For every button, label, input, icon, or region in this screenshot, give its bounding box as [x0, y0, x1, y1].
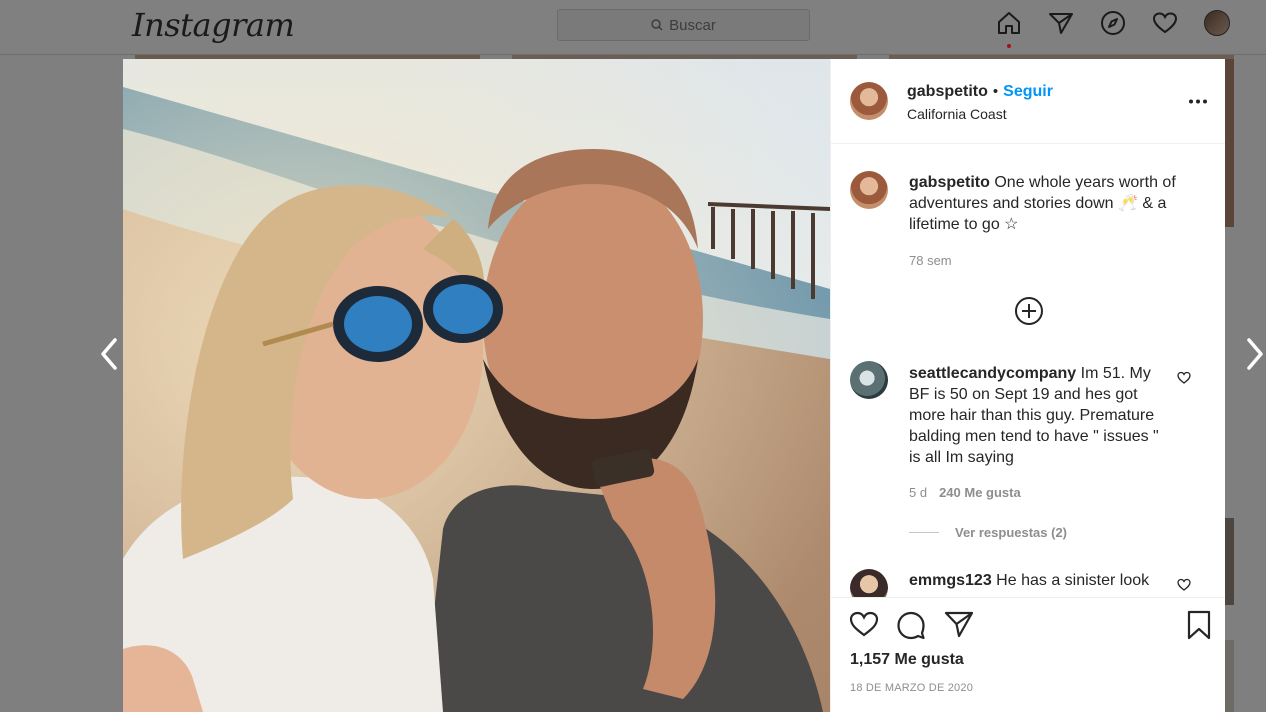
instagram-post-modal-page: Instagram Buscar gabspetito • Seguir Cal…: [0, 0, 1266, 712]
next-post-button[interactable]: [1242, 334, 1266, 374]
caption-age[interactable]: 78 sem: [909, 253, 952, 268]
activity-button[interactable]: [1151, 8, 1179, 38]
comment-meta: 5 d 240 Me gusta: [909, 485, 1021, 500]
post-modal: gabspetito • Seguir California Coast gab…: [123, 59, 1225, 712]
search-icon: [651, 19, 663, 31]
post-header: gabspetito • Seguir California Coast: [831, 59, 1225, 144]
comment-body: seattlecandycompany Im 51. My BF is 50 o…: [909, 363, 1173, 468]
top-nav: Instagram Buscar: [0, 0, 1266, 55]
view-replies-button[interactable]: Ver respuestas (2): [909, 525, 1067, 540]
post-date[interactable]: 18 DE MARZO DE 2020: [850, 682, 973, 694]
comment-text: He has a sinister look: [996, 572, 1150, 589]
profile-avatar: [1204, 10, 1230, 36]
direct-button[interactable]: [1047, 8, 1075, 38]
author-avatar[interactable]: [850, 82, 888, 120]
post-location[interactable]: California Coast: [907, 106, 1007, 122]
likes-count[interactable]: 1,157 Me gusta: [850, 651, 964, 669]
more-options-button[interactable]: [1186, 92, 1210, 110]
comment-like-button[interactable]: [1177, 578, 1191, 596]
view-replies-label: Ver respuestas (2): [955, 525, 1068, 540]
comment-like-button[interactable]: [1177, 371, 1191, 389]
like-icon: [849, 611, 879, 637]
comment-button[interactable]: [896, 610, 926, 645]
home-icon: [998, 12, 1020, 34]
comment-likes[interactable]: 240 Me gusta: [939, 485, 1021, 500]
comment-avatar[interactable]: [850, 569, 888, 597]
search-placeholder: Buscar: [669, 16, 716, 34]
save-button[interactable]: [1186, 610, 1212, 645]
author-username[interactable]: gabspetito: [907, 83, 988, 101]
caption-username[interactable]: gabspetito: [909, 174, 990, 191]
heart-icon: [1152, 12, 1178, 34]
load-more-comments-button[interactable]: [1014, 296, 1044, 326]
save-icon: [1187, 610, 1211, 640]
search-input[interactable]: Buscar: [557, 9, 810, 41]
explore-icon: [1101, 11, 1125, 35]
home-button[interactable]: [995, 8, 1023, 48]
nav-icons: [995, 8, 1231, 48]
replies-divider: [909, 532, 939, 533]
heart-icon: [1177, 371, 1191, 384]
caption-body: gabspetito One whole years worth of adve…: [909, 172, 1199, 235]
more-icon: [1189, 99, 1207, 103]
post-photo[interactable]: [123, 59, 830, 712]
separator-dot: •: [992, 83, 999, 100]
follow-button[interactable]: Seguir: [1003, 83, 1053, 101]
post-actions: 1,157 Me gusta 18 DE MARZO DE 2020: [831, 597, 1225, 712]
comment-username[interactable]: emmgs123: [909, 572, 992, 589]
chevron-left-icon: [101, 338, 117, 370]
comments-list: gabspetito One whole years worth of adve…: [831, 145, 1225, 597]
profile-button[interactable]: [1203, 8, 1231, 38]
heart-icon: [1177, 578, 1191, 591]
notification-dot: [1007, 44, 1011, 48]
add-comment-icon: [1015, 297, 1043, 325]
like-button[interactable]: [849, 610, 879, 643]
comment-age[interactable]: 5 d: [909, 485, 927, 500]
author-line: gabspetito • Seguir: [907, 83, 1053, 101]
post-image: [123, 59, 830, 712]
instagram-logo[interactable]: Instagram: [132, 6, 295, 44]
comment-username[interactable]: seattlecandycompany: [909, 365, 1076, 382]
feed-tile: [1225, 640, 1234, 712]
chevron-right-icon: [1247, 338, 1263, 370]
comment-body: emmgs123 He has a sinister look: [909, 570, 1173, 591]
share-button[interactable]: [944, 610, 974, 643]
feed-tile: [1225, 518, 1234, 605]
post-details-panel: gabspetito • Seguir California Coast gab…: [830, 59, 1225, 712]
feed-tile: [1225, 59, 1234, 227]
share-icon: [944, 611, 974, 638]
comment-avatar[interactable]: [850, 361, 888, 399]
previous-post-button[interactable]: [96, 334, 122, 374]
direct-icon: [1049, 13, 1073, 34]
comment-icon: [897, 611, 925, 640]
caption-avatar[interactable]: [850, 171, 888, 209]
explore-button[interactable]: [1099, 8, 1127, 38]
